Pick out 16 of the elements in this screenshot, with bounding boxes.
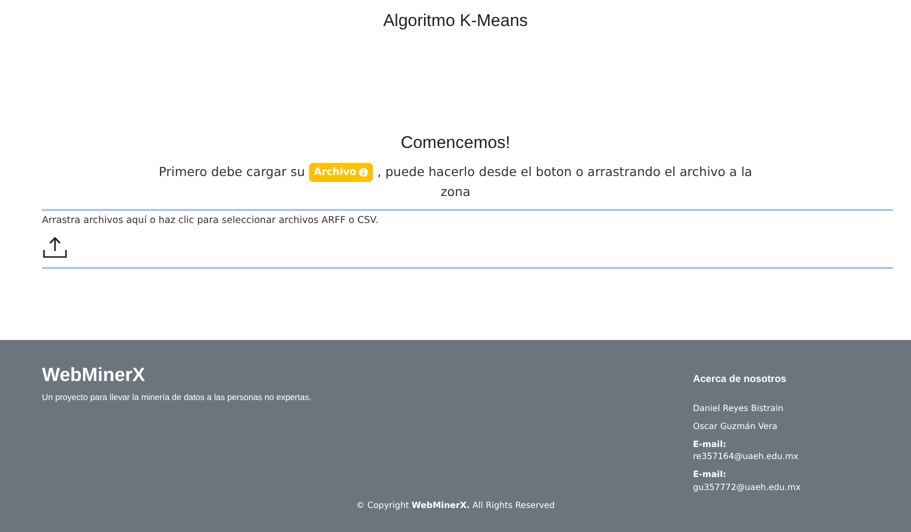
dropzone-message: Arrastra archivos aquí o haz clic para seleccionar archivos ARFF o CSV.: [42, 215, 378, 226]
drop-zone[interactable]: Arrastra archivos aquí o haz clic para seleccionar archivos ARFF o CSV.: [42, 209, 893, 270]
about-line: Daniel Reyes Bistrain: [693, 404, 784, 414]
copyright-text: © Copyright WebMinerX. All Rights Reserved: [356, 500, 555, 510]
about-line: E-mail: gu357772@uaeh.edu.mx: [693, 470, 801, 493]
page-title: Algoritmo K-Means: [383, 11, 528, 30]
footer-tagline: Un proyecto para llevar la minería de datos a las personas no expertas.: [42, 392, 312, 402]
intro-text: , puede hacerlo desde el boton o arrastrando el archivo a la zona: [377, 164, 752, 199]
upload-icon: [42, 234, 68, 259]
about-heading: Acerca de nosotros: [693, 374, 786, 385]
intro-text: Primero debe cargar su: [158, 164, 305, 178]
info-icon: [359, 168, 368, 177]
about-line: Oscar Guzmán Vera: [693, 422, 778, 432]
about-line: E-mail: re357164@uaeh.edu.mx: [693, 440, 798, 462]
section-heading: Comencemos!: [400, 133, 510, 152]
footer-brand: WebMinerX: [42, 365, 146, 386]
